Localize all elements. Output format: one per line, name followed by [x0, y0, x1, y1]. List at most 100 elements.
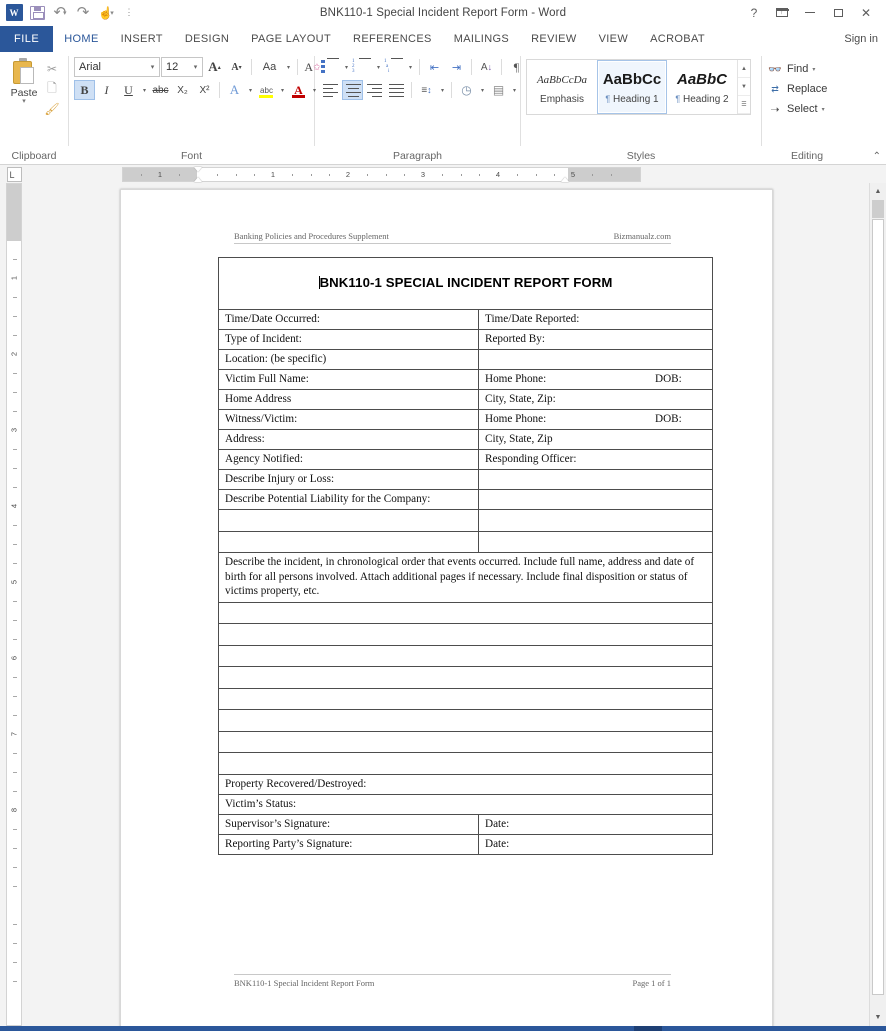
- hanging-indent-marker[interactable]: [194, 176, 202, 182]
- shading-icon[interactable]: ◷: [456, 80, 477, 100]
- superscript-button[interactable]: X²: [194, 80, 215, 100]
- format-painter-icon[interactable]: 🖌: [43, 100, 61, 118]
- collapse-ribbon-icon[interactable]: ⌃: [873, 151, 881, 162]
- tab-selector-button[interactable]: L: [0, 165, 28, 183]
- chevron-down-icon[interactable]: ▾: [406, 64, 415, 71]
- cell-label[interactable]: Date:: [477, 813, 714, 835]
- align-left-button[interactable]: [320, 80, 341, 100]
- italic-button[interactable]: I: [96, 80, 117, 100]
- view-read-mode-button[interactable]: [606, 1026, 634, 1031]
- cell-empty[interactable]: [218, 509, 479, 532]
- cut-icon[interactable]: ✂: [43, 60, 61, 78]
- first-line-indent-marker[interactable]: [194, 166, 202, 172]
- horizontal-ruler[interactable]: 1 1 2 3 4 5: [122, 166, 641, 182]
- tab-file[interactable]: FILE: [0, 26, 54, 52]
- cell-writing-line[interactable]: [217, 687, 714, 711]
- cell-label[interactable]: Time/Date Occurred:: [218, 309, 479, 330]
- cell-value[interactable]: [477, 489, 714, 510]
- cell-label[interactable]: City, State, Zip: [477, 429, 714, 450]
- find-button[interactable]: 👓 Find ▾: [767, 59, 815, 79]
- chevron-down-icon[interactable]: ▾: [510, 87, 519, 94]
- save-icon[interactable]: [26, 2, 48, 24]
- cell-label[interactable]: Home Phone: DOB:: [477, 369, 714, 390]
- styles-scroll-up-icon[interactable]: ▲: [738, 60, 750, 78]
- chevron-down-icon[interactable]: ▾: [246, 87, 255, 94]
- instruction-text[interactable]: Describe the incident, in chronological …: [217, 552, 714, 603]
- underline-button[interactable]: U: [118, 80, 139, 100]
- cell-label[interactable]: Victim’s Status:: [217, 793, 714, 815]
- font-name-input[interactable]: Arial ▾: [74, 57, 160, 77]
- font-color-icon[interactable]: A: [288, 80, 309, 100]
- touch-mode-icon[interactable]: ☝ ▾: [95, 2, 117, 24]
- cell-empty[interactable]: [218, 530, 479, 553]
- cell-label[interactable]: Type of Incident:: [218, 329, 479, 350]
- tab-mailings[interactable]: MAILINGS: [442, 26, 521, 52]
- chevron-down-icon[interactable]: ▾: [278, 87, 287, 94]
- style-emphasis[interactable]: AaBbCcDa Emphasis: [527, 60, 597, 114]
- grow-font-icon[interactable]: A ▴: [204, 57, 225, 77]
- cell-label[interactable]: Supervisor’s Signature:: [218, 813, 479, 835]
- chevron-down-icon[interactable]: ▾: [140, 87, 149, 94]
- align-right-button[interactable]: [364, 80, 385, 100]
- cell-writing-line[interactable]: [217, 601, 714, 625]
- cell-label[interactable]: Address:: [218, 429, 479, 450]
- view-web-layout-button[interactable]: [662, 1026, 690, 1031]
- cell-label[interactable]: Responding Officer:: [477, 449, 714, 470]
- cell-label[interactable]: Home Phone: DOB:: [477, 409, 714, 430]
- chevron-down-icon[interactable]: ▾: [438, 87, 447, 94]
- undo-icon[interactable]: ↶ ▾: [49, 2, 71, 24]
- cell-writing-line[interactable]: [217, 730, 714, 754]
- tab-acrobat[interactable]: ACROBAT: [639, 26, 716, 52]
- chevron-down-icon[interactable]: ▾: [146, 63, 159, 71]
- maximize-icon[interactable]: [824, 1, 852, 25]
- cell-label[interactable]: Home Address: [218, 389, 479, 410]
- help-icon[interactable]: ?: [740, 1, 768, 25]
- tab-page-layout[interactable]: PAGE LAYOUT: [240, 26, 343, 52]
- borders-icon[interactable]: ▤: [488, 80, 509, 100]
- incident-report-form-table[interactable]: BNK110-1 SPECIAL INCIDENT REPORT FORM Ti…: [217, 257, 714, 855]
- increase-indent-icon[interactable]: ⇥: [446, 57, 467, 77]
- chevron-down-icon[interactable]: ▾: [342, 64, 351, 71]
- scroll-up-icon[interactable]: ▲: [870, 183, 886, 200]
- close-icon[interactable]: ✕: [852, 1, 880, 25]
- cell-empty[interactable]: [477, 509, 714, 532]
- cell-label[interactable]: Location: (be specific): [218, 349, 479, 370]
- cell-label[interactable]: Reported By:: [477, 329, 714, 350]
- customize-qat-icon[interactable]: ⋮: [118, 2, 140, 24]
- select-button[interactable]: ➝ Select ▾: [767, 99, 824, 119]
- cell-label[interactable]: Date:: [477, 833, 714, 855]
- ribbon-display-options-icon[interactable]: [768, 1, 796, 25]
- tab-view[interactable]: VIEW: [587, 26, 640, 52]
- replace-button[interactable]: ⇄ Replace: [767, 79, 827, 99]
- cell-writing-line[interactable]: [217, 644, 714, 668]
- change-case-icon[interactable]: Aa: [256, 57, 283, 77]
- tab-insert[interactable]: INSERT: [109, 26, 174, 52]
- cell-value[interactable]: [477, 469, 714, 490]
- copy-icon[interactable]: 🗋: [43, 80, 61, 98]
- scroll-down-icon[interactable]: ▼: [870, 1009, 886, 1026]
- sort-icon[interactable]: A ↓: [476, 57, 497, 77]
- vertical-ruler[interactable]: 1 2 3 4 5 6 7 8: [6, 183, 22, 1026]
- paste-button[interactable]: Paste ▾: [5, 57, 43, 105]
- cell-writing-line[interactable]: [217, 709, 714, 732]
- cell-label[interactable]: Agency Notified:: [218, 449, 479, 470]
- justify-button[interactable]: [386, 80, 407, 100]
- styles-scroll-down-icon[interactable]: ▼: [738, 78, 750, 96]
- subscript-button[interactable]: X₂: [172, 80, 193, 100]
- chevron-down-icon[interactable]: ▾: [22, 98, 26, 105]
- minimize-icon[interactable]: [796, 1, 824, 25]
- right-indent-marker[interactable]: [561, 176, 569, 182]
- scrollbar-thumb[interactable]: [872, 219, 884, 995]
- text-effects-icon[interactable]: A: [224, 80, 245, 100]
- cell-label[interactable]: Time/Date Reported:: [477, 309, 714, 330]
- numbering-icon[interactable]: 123: [352, 57, 373, 77]
- cell-label[interactable]: Victim Full Name:: [218, 369, 479, 390]
- cell-label[interactable]: Reporting Party’s Signature:: [218, 833, 479, 855]
- cell-label[interactable]: City, State, Zip:: [477, 389, 714, 410]
- decrease-indent-icon[interactable]: ⇤: [424, 57, 445, 77]
- vertical-scrollbar[interactable]: ▲ ▼: [869, 183, 886, 1026]
- scroll-split-handle[interactable]: [872, 200, 884, 218]
- cell-empty[interactable]: [477, 530, 714, 553]
- styles-more-icon[interactable]: ☰: [738, 96, 750, 114]
- bold-button[interactable]: B: [74, 80, 95, 100]
